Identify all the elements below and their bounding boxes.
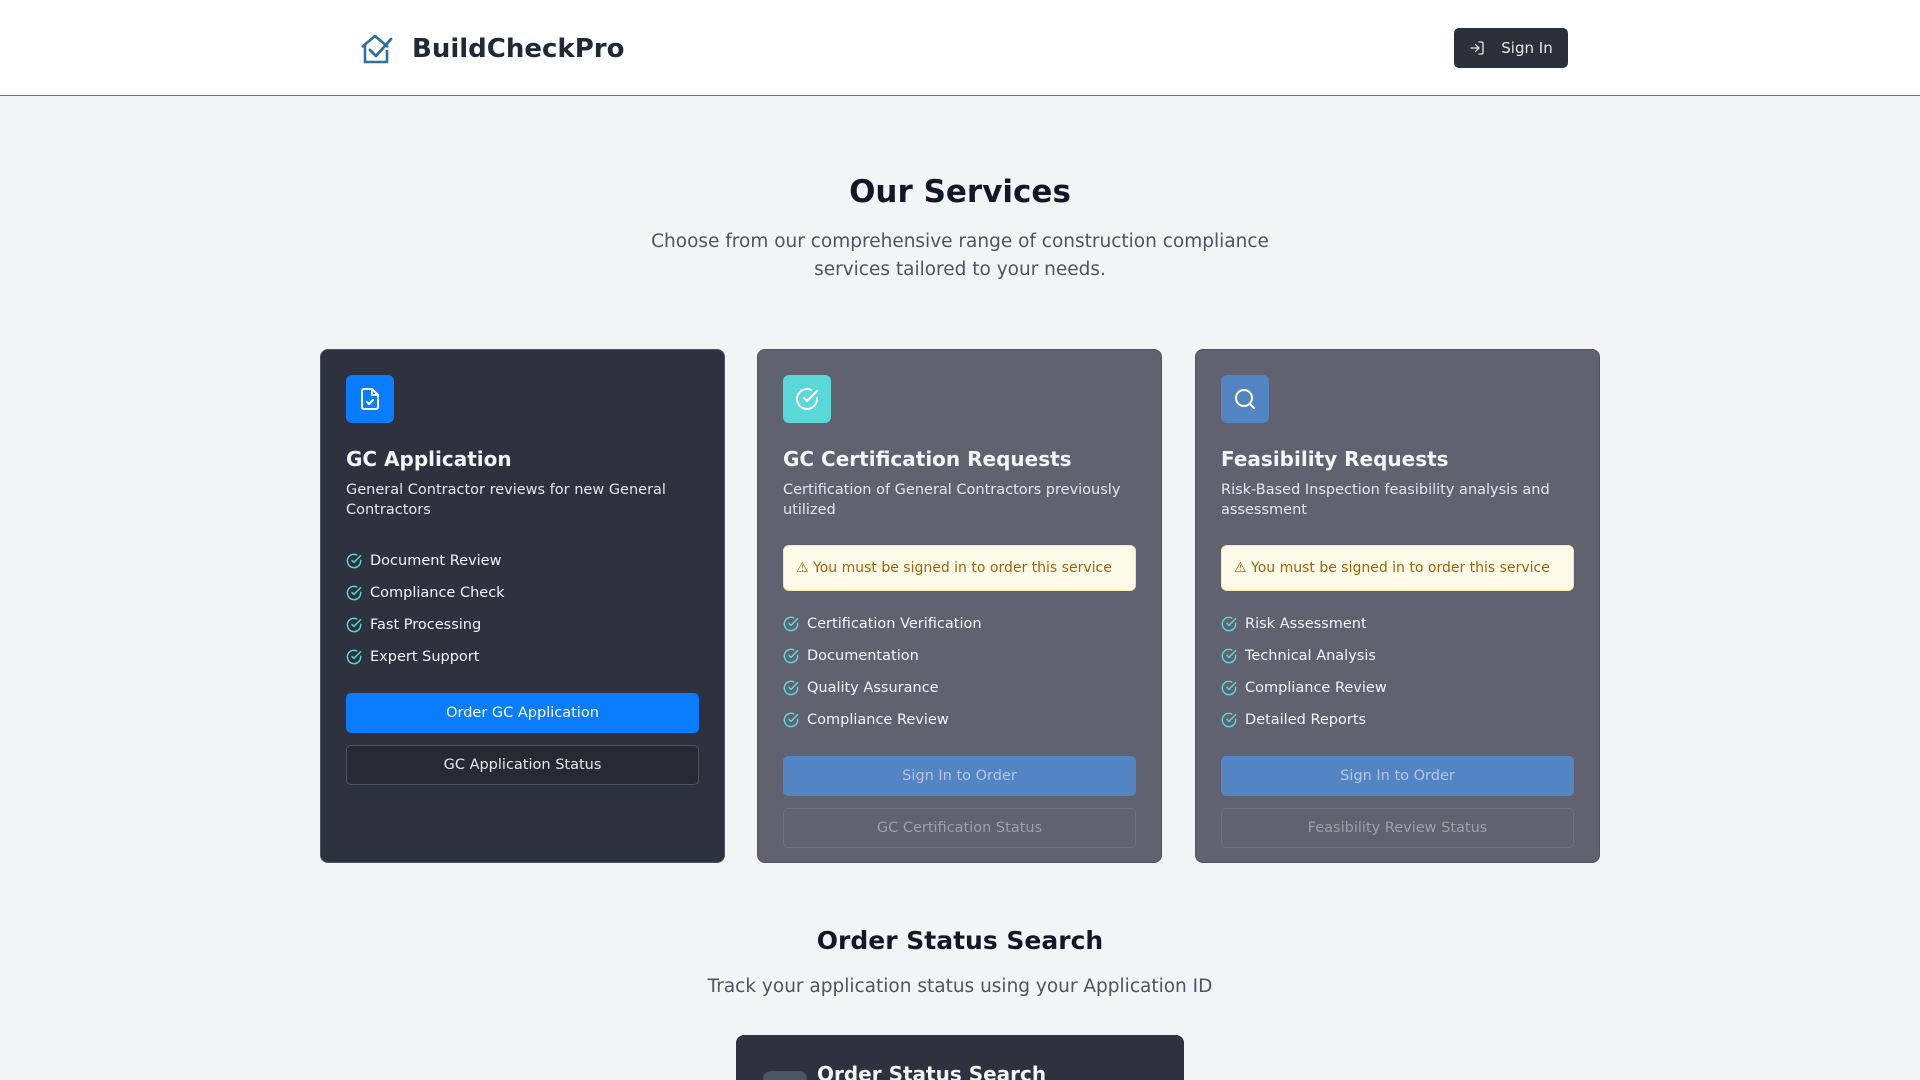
check-circle-icon	[346, 617, 362, 633]
feature-label: Technical Analysis	[1245, 648, 1376, 664]
check-circle-icon	[783, 375, 831, 423]
feature-label: Detailed Reports	[1245, 712, 1367, 728]
feature-item: Compliance Review	[1221, 672, 1574, 704]
top-header: BuildCheckPro Sign In	[0, 0, 1920, 96]
feature-item: Risk Assessment	[1221, 608, 1574, 640]
feature-label: Risk Assessment	[1245, 616, 1367, 632]
card-description: Certification of General Contractors pre…	[783, 482, 1121, 518]
feature-item: Fast Processing	[346, 609, 699, 641]
feature-label: Fast Processing	[370, 617, 482, 633]
check-circle-icon	[783, 616, 799, 632]
order-gc-application-button[interactable]: Order GC Application	[346, 693, 699, 733]
check-circle-icon	[1221, 680, 1237, 696]
feature-item: Compliance Review	[783, 704, 1136, 736]
feature-list: Certification Verification Documentation…	[783, 608, 1136, 736]
brand[interactable]: BuildCheckPro	[356, 29, 624, 69]
feature-item: Technical Analysis	[1221, 640, 1574, 672]
sign-in-to-order-button[interactable]: Sign In to Order	[1221, 756, 1574, 796]
service-card-gc-application: GC Application General Contractor review…	[320, 349, 725, 863]
house-check-logo-icon	[356, 29, 396, 69]
feature-item: Certification Verification	[783, 608, 1136, 640]
order-status-subtitle: Track your application status using your…	[707, 976, 1213, 997]
sign-in-button[interactable]: Sign In	[1454, 28, 1568, 68]
brand-name: BuildCheckPro	[412, 34, 625, 64]
log-in-icon	[1470, 41, 1484, 55]
feature-label: Documentation	[807, 648, 919, 664]
feature-item: Expert Support	[346, 641, 699, 673]
feasibility-review-status-button[interactable]: Feasibility Review Status	[1221, 808, 1574, 848]
sign-in-label: Sign In	[1501, 39, 1553, 57]
file-check-icon	[346, 375, 394, 423]
feature-label: Certification Verification	[807, 616, 982, 632]
check-circle-icon	[346, 553, 362, 569]
feature-label: Expert Support	[370, 649, 480, 665]
check-circle-icon	[783, 680, 799, 696]
search-icon	[763, 1071, 807, 1080]
page-title: Our Services	[849, 174, 1071, 210]
page-subtitle: Choose from our comprehensive range of c…	[651, 231, 1269, 280]
gc-application-status-button[interactable]: GC Application Status	[346, 745, 699, 785]
feature-item: Quality Assurance	[783, 672, 1136, 704]
gc-certification-status-button[interactable]: GC Certification Status	[783, 808, 1136, 848]
feature-label: Document Review	[370, 553, 502, 569]
feature-list: Document Review Compliance Check Fast Pr…	[346, 545, 699, 673]
card-description: General Contractor reviews for new Gener…	[346, 482, 666, 518]
service-card-gc-certification: GC Certification Requests Certification …	[757, 349, 1162, 863]
service-card-feasibility: Feasibility Requests Risk-Based Inspecti…	[1195, 349, 1600, 863]
feature-list: Risk Assessment Technical Analysis Compl…	[1221, 608, 1574, 736]
check-circle-icon	[346, 649, 362, 665]
sign-in-to-order-button[interactable]: Sign In to Order	[783, 756, 1136, 796]
search-icon	[1221, 375, 1269, 423]
feature-item: Compliance Check	[346, 577, 699, 609]
check-circle-icon	[1221, 712, 1237, 728]
sign-in-warning: ⚠ You must be signed in to order this se…	[1221, 545, 1574, 591]
check-circle-icon	[346, 585, 362, 601]
feature-label: Compliance Review	[1245, 680, 1387, 696]
feature-item: Documentation	[783, 640, 1136, 672]
feature-label: Compliance Review	[807, 712, 949, 728]
check-circle-icon	[1221, 616, 1237, 632]
check-circle-icon	[1221, 648, 1237, 664]
order-status-search-card: Order Status Search	[736, 1035, 1184, 1080]
feature-label: Quality Assurance	[807, 680, 939, 696]
check-circle-icon	[783, 648, 799, 664]
card-description: Risk-Based Inspection feasibility analys…	[1221, 482, 1550, 518]
sign-in-warning: ⚠ You must be signed in to order this se…	[783, 545, 1136, 591]
feature-item: Detailed Reports	[1221, 704, 1574, 736]
card-title: GC Application	[346, 447, 512, 471]
order-status-card-title: Order Status Search	[817, 1062, 1047, 1080]
check-circle-icon	[783, 712, 799, 728]
card-title: Feasibility Requests	[1221, 447, 1449, 471]
feature-label: Compliance Check	[370, 585, 505, 601]
card-title: GC Certification Requests	[783, 447, 1072, 471]
order-status-title: Order Status Search	[816, 926, 1104, 955]
feature-item: Document Review	[346, 545, 699, 577]
